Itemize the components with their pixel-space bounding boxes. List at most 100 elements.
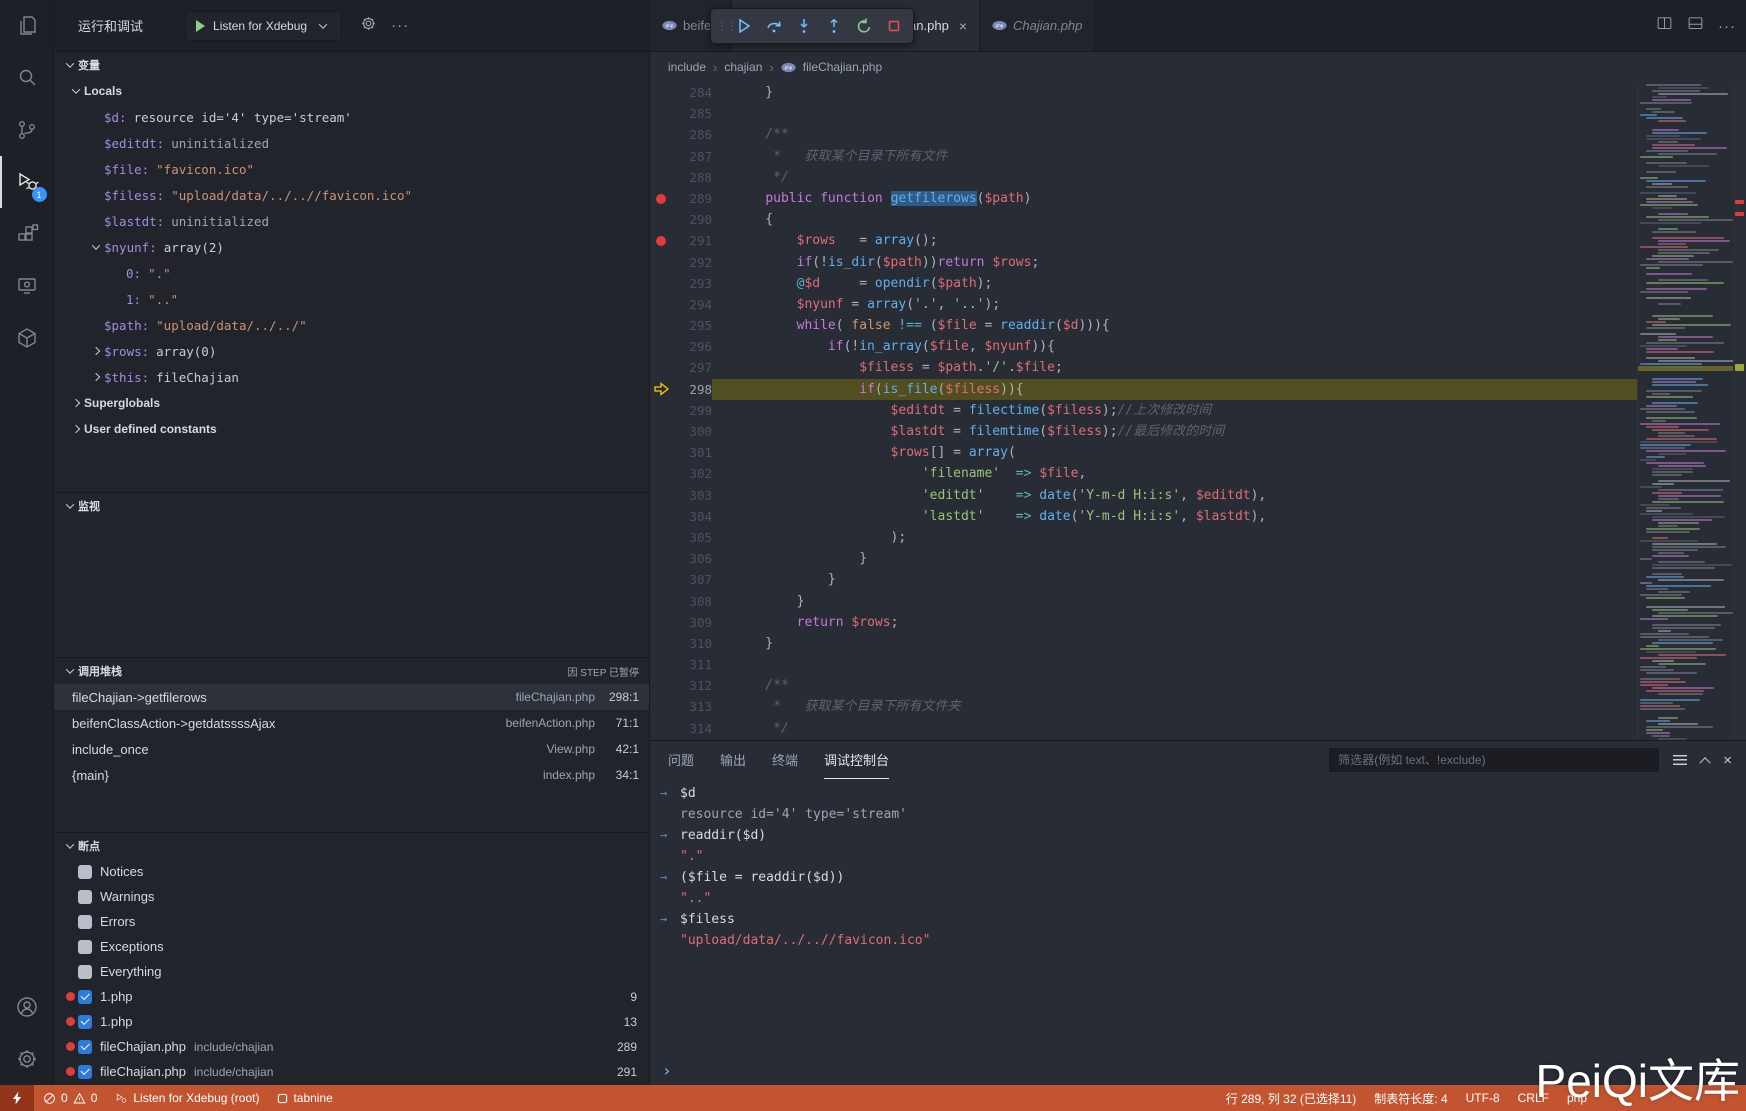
variable-row[interactable]: Superglobals	[54, 390, 649, 416]
code-line[interactable]: 293 @$d = opendir($path);	[650, 273, 1637, 294]
line-number[interactable]: 292	[672, 252, 712, 273]
breadcrumb[interactable]: include › chajian › php fileChajian.php	[650, 52, 1746, 82]
line-number[interactable]: 307	[672, 569, 712, 590]
code-line[interactable]: 313 * 获取某个目录下所有文件夹	[650, 696, 1637, 717]
breakpoint-checkbox[interactable]	[78, 965, 92, 979]
line-number[interactable]: 293	[672, 273, 712, 294]
callstack-section-header[interactable]: 调用堆栈 因 STEP 已暂停	[54, 658, 649, 684]
filter-lines-icon[interactable]	[1673, 755, 1687, 765]
run-debug-icon[interactable]: 1	[0, 156, 54, 208]
code-line[interactable]: 285	[650, 103, 1637, 124]
breakpoint-row[interactable]: fileChajian.phpinclude/chajian289	[54, 1034, 649, 1059]
callstack-frame[interactable]: {main}index.php34:1	[54, 762, 649, 788]
code-line[interactable]: 298 if(is_file($filess)){	[650, 379, 1637, 400]
line-number[interactable]: 287	[672, 146, 712, 167]
callstack-frame[interactable]: beifenClassAction->getdatssssAjaxbeifenA…	[54, 710, 649, 736]
settings-gear-icon[interactable]	[0, 1033, 54, 1085]
variable-row[interactable]: $editdt:uninitialized	[54, 130, 649, 156]
breakpoint-row[interactable]: Everything	[54, 959, 649, 984]
tab-problems[interactable]: 问题	[668, 741, 694, 779]
search-icon[interactable]	[0, 52, 54, 104]
code-line[interactable]: 289 public function getfilerows($path)	[650, 188, 1637, 209]
code-line[interactable]: 311	[650, 654, 1637, 675]
tab-terminal[interactable]: 终端	[772, 741, 798, 779]
code-line[interactable]: 287 * 获取某个目录下所有文件	[650, 146, 1637, 167]
breadcrumb-item[interactable]: chajian	[724, 60, 762, 74]
variable-row[interactable]: $rows:array(0)	[54, 338, 649, 364]
line-number[interactable]: 309	[672, 612, 712, 633]
close-tab-icon[interactable]: ×	[959, 18, 967, 34]
variables-section-header[interactable]: 变量	[54, 52, 649, 78]
code-line[interactable]: 306 }	[650, 548, 1637, 569]
breakpoint-row[interactable]: 1.php13	[54, 1009, 649, 1034]
line-number[interactable]: 295	[672, 315, 712, 336]
maximize-panel-icon[interactable]	[1700, 757, 1711, 768]
step-over-button[interactable]	[761, 13, 787, 39]
layout-panel-icon[interactable]	[1687, 15, 1704, 37]
variable-row[interactable]: 0:"."	[54, 260, 649, 286]
indentation-status[interactable]: 制表符长度: 4	[1365, 1085, 1456, 1111]
watch-section-header[interactable]: 监视	[54, 493, 649, 519]
code-line[interactable]: 312 /**	[650, 675, 1637, 696]
cursor-position[interactable]: 行 289, 列 32 (已选择11)	[1217, 1085, 1366, 1111]
line-number[interactable]: 301	[672, 442, 712, 463]
variable-row[interactable]: $nyunf:array(2)	[54, 234, 649, 260]
remote-explorer-icon[interactable]	[0, 260, 54, 312]
tab-debug-console[interactable]: 调试控制台	[824, 741, 889, 779]
source-control-icon[interactable]	[0, 104, 54, 156]
line-number[interactable]: 285	[672, 103, 712, 124]
line-number[interactable]: 310	[672, 633, 712, 654]
code-line[interactable]: 303 'editdt' => date('Y-m-d H:i:s', $edi…	[650, 485, 1637, 506]
code-editor[interactable]: 284 }285286 /**287 * 获取某个目录下所有文件288 */28…	[650, 82, 1746, 740]
console-filter-input[interactable]	[1329, 748, 1659, 772]
line-number[interactable]: 313	[672, 696, 712, 717]
breakpoint-checkbox[interactable]	[78, 1040, 92, 1054]
line-number[interactable]: 284	[672, 82, 712, 103]
sidebar-more-actions-icon[interactable]: ···	[391, 17, 409, 34]
extensions-icon[interactable]	[0, 208, 54, 260]
breakpoint-row[interactable]: Exceptions	[54, 934, 649, 959]
breakpoint-checkbox[interactable]	[78, 915, 92, 929]
breakpoint-row[interactable]: Notices	[54, 859, 649, 884]
variable-row[interactable]: 1:".."	[54, 286, 649, 312]
line-number[interactable]: 298	[672, 379, 712, 400]
code-line[interactable]: 310 }	[650, 633, 1637, 654]
code-line[interactable]: 291 $rows = array();	[650, 230, 1637, 251]
breadcrumb-item[interactable]: fileChajian.php	[803, 60, 882, 74]
line-number[interactable]: 300	[672, 421, 712, 442]
more-actions-icon[interactable]: ···	[1718, 18, 1736, 35]
code-line[interactable]: 302 'filename' => $file,	[650, 463, 1637, 484]
code-line[interactable]: 300 $lastdt = filemtime($filess);//最后修改的…	[650, 421, 1637, 442]
breakpoint-row[interactable]: Warnings	[54, 884, 649, 909]
line-number[interactable]: 299	[672, 400, 712, 421]
line-number[interactable]: 294	[672, 294, 712, 315]
start-debug-icon[interactable]	[196, 20, 205, 32]
line-number[interactable]: 306	[672, 548, 712, 569]
code-line[interactable]: 309 return $rows;	[650, 612, 1637, 633]
variable-row[interactable]: User defined constants	[54, 416, 649, 442]
line-number[interactable]: 302	[672, 463, 712, 484]
variable-row[interactable]: $lastdt:uninitialized	[54, 208, 649, 234]
editor-scrollbar[interactable]	[1733, 82, 1746, 740]
breakpoint-checkbox[interactable]	[78, 940, 92, 954]
split-editor-icon[interactable]	[1656, 15, 1673, 37]
code-line[interactable]: 294 $nyunf = array('.', '..');	[650, 294, 1637, 315]
debug-config-dropdown[interactable]: Listen for Xdebug	[185, 11, 342, 41]
breakpoint-row[interactable]: 1.php9	[54, 984, 649, 1009]
close-panel-icon[interactable]: ×	[1723, 752, 1732, 769]
code-line[interactable]: 288 */	[650, 167, 1637, 188]
remote-indicator[interactable]	[0, 1085, 34, 1111]
line-number[interactable]: 296	[672, 336, 712, 357]
line-number[interactable]: 303	[672, 485, 712, 506]
line-number[interactable]: 290	[672, 209, 712, 230]
variable-row[interactable]: $file:"favicon.ico"	[54, 156, 649, 182]
minimap[interactable]	[1637, 82, 1733, 740]
package-icon[interactable]	[0, 312, 54, 364]
breakpoint-checkbox[interactable]	[78, 1015, 92, 1029]
code-line[interactable]: 290 {	[650, 209, 1637, 230]
line-number[interactable]: 304	[672, 506, 712, 527]
step-out-button[interactable]	[821, 13, 847, 39]
breakpoint-checkbox[interactable]	[78, 890, 92, 904]
variable-row[interactable]: $filess:"upload/data/../..//favicon.ico"	[54, 182, 649, 208]
line-number[interactable]: 308	[672, 591, 712, 612]
